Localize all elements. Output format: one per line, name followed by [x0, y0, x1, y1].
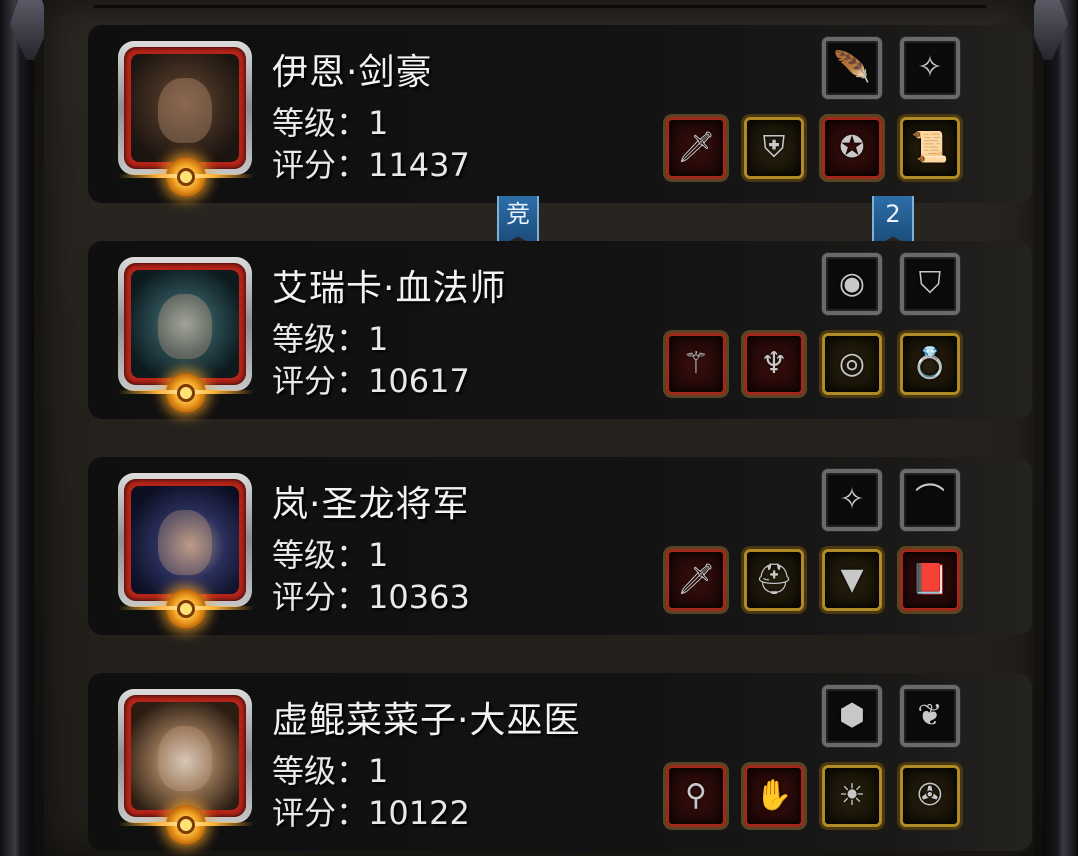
- sword-icon: 🗡: [676, 130, 716, 165]
- eye-pendant-icon: ◎: [838, 346, 866, 381]
- equip-slot[interactable]: ⛨: [744, 117, 804, 179]
- equip-slot[interactable]: ✇: [900, 765, 960, 827]
- hero-level: 等级：1: [272, 104, 389, 142]
- hero-score: 评分：10617: [272, 362, 470, 400]
- claw-icon: ✇: [917, 778, 943, 813]
- rank-emblem-icon: [118, 373, 254, 413]
- equip-slot[interactable]: ⚲: [666, 765, 726, 827]
- eye-orb-icon: ◉: [838, 266, 866, 301]
- bearded-warrior-portrait: [131, 54, 239, 162]
- tome-icon: 📕: [911, 562, 949, 597]
- staff-icon: ⚚: [682, 346, 710, 381]
- hero-name: 伊恩·剑豪: [272, 52, 433, 93]
- greatsword-icon: 🗡: [676, 562, 716, 597]
- equip-slot[interactable]: 📕: [900, 549, 960, 611]
- equip-slot[interactable]: ☀: [822, 765, 882, 827]
- hero-portrait-frame[interactable]: [118, 257, 252, 391]
- left-frame: [0, 0, 50, 856]
- shell-icon: ⬢: [838, 698, 866, 733]
- equip-slot[interactable]: ⚚: [666, 333, 726, 395]
- hero-level: 等级：1: [272, 536, 389, 574]
- top-divider: [94, 5, 986, 8]
- hero-card[interactable]: 伊恩·剑豪 等级：1 评分：11437 🪶 ✧ 🗡 ⛨ ✪ 📜: [88, 25, 1032, 203]
- hero-portrait-frame[interactable]: [118, 689, 252, 823]
- equip-slot[interactable]: ▼: [822, 549, 882, 611]
- hero-name: 岚·圣龙将军: [272, 484, 470, 525]
- equip-slot[interactable]: 🗡: [666, 117, 726, 179]
- hero-score: 评分：10122: [272, 794, 470, 832]
- rank-emblem-icon: [118, 589, 254, 629]
- hero-score: 评分：11437: [272, 146, 470, 184]
- feather-icon: 🪶: [833, 50, 871, 85]
- helmet-icon: ⛑: [754, 562, 794, 597]
- cape-icon: ▼: [840, 562, 864, 597]
- robe-icon: ♆: [760, 346, 788, 381]
- right-frame: [1028, 0, 1078, 856]
- sun-charm-icon: ☀: [838, 778, 866, 813]
- frame-ornament: [1028, 0, 1068, 60]
- rank-emblem-icon: [118, 805, 254, 845]
- equip-slot[interactable]: ⛉: [900, 253, 960, 315]
- equip-slot[interactable]: ⬢: [822, 685, 882, 747]
- hero-card[interactable]: 岚·圣龙将军 等级：1 评分：10363 ✧ ⌒ 🗡 ⛑ ▼ 📕: [88, 457, 1032, 635]
- equip-slot[interactable]: 💍: [900, 333, 960, 395]
- equip-slot[interactable]: ✋: [744, 765, 804, 827]
- equip-slot[interactable]: ✪: [822, 117, 882, 179]
- equip-slot[interactable]: ◉: [822, 253, 882, 315]
- equip-slot[interactable]: ❦: [900, 685, 960, 747]
- hooded-mage-portrait: [131, 270, 239, 378]
- equip-slot[interactable]: ✧: [900, 37, 960, 99]
- equip-slot[interactable]: ♆: [744, 333, 804, 395]
- scroll-icon: 📜: [911, 130, 949, 165]
- equip-slot[interactable]: 🗡: [666, 549, 726, 611]
- armor-icon: ⛨: [762, 130, 786, 165]
- rank-emblem-icon: [118, 157, 254, 197]
- equip-slot[interactable]: 📜: [900, 117, 960, 179]
- ring-icon: 💍: [911, 346, 949, 381]
- equip-slot[interactable]: ✧: [822, 469, 882, 531]
- wing-icon: ❦: [917, 698, 943, 733]
- emblem-icon: ✧: [839, 482, 865, 517]
- hero-name: 艾瑞卡·血法师: [272, 268, 507, 309]
- crest-shield-icon: ⛉: [918, 266, 942, 301]
- hero-portrait-frame[interactable]: [118, 473, 252, 607]
- hero-level: 等级：1: [272, 752, 389, 790]
- amulet-icon: ✪: [839, 130, 865, 165]
- hero-level: 等级：1: [272, 320, 389, 358]
- hero-name: 虚鲲菜菜子·大巫医: [272, 700, 581, 741]
- gauntlet-icon: ✋: [755, 778, 793, 813]
- equip-slot[interactable]: ⛑: [744, 549, 804, 611]
- scepter-icon: ⚲: [685, 778, 707, 813]
- hero-card[interactable]: 虚鲲菜菜子·大巫医 等级：1 评分：10122 ⬢ ❦ ⚲ ✋ ☀ ✇: [88, 673, 1032, 851]
- emblem-icon: ✧: [917, 50, 943, 85]
- elder-shaman-portrait: [131, 702, 239, 810]
- horn-icon: ⌒: [915, 482, 945, 517]
- blue-haired-general-portrait: [131, 486, 239, 594]
- hero-card[interactable]: 艾瑞卡·血法师 等级：1 评分：10617 ◉ ⛉ ⚚ ♆ ◎ 💍: [88, 241, 1032, 419]
- equip-slot[interactable]: ⌒: [900, 469, 960, 531]
- equip-slot[interactable]: ◎: [822, 333, 882, 395]
- equip-slot[interactable]: 🪶: [822, 37, 882, 99]
- hero-portrait-frame[interactable]: [118, 41, 252, 175]
- hero-score: 评分：10363: [272, 578, 470, 616]
